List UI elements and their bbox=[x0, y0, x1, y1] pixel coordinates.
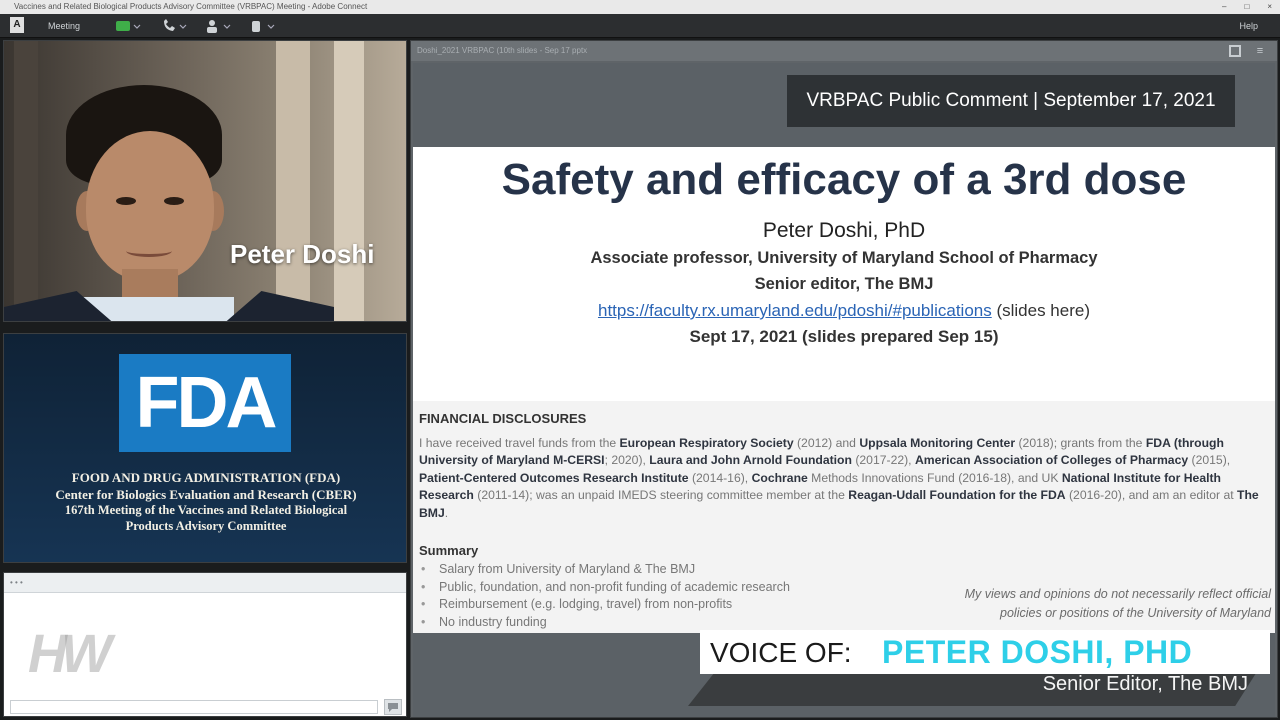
summary-heading: Summary bbox=[419, 543, 479, 558]
attendees-icon[interactable] bbox=[204, 18, 232, 34]
presenter-eye bbox=[164, 197, 184, 205]
fda-agency-line: FOOD AND DRUG ADMINISTRATION (FDA) bbox=[71, 470, 341, 485]
chat-pod-header: • • • bbox=[4, 573, 406, 593]
background-pillar bbox=[334, 41, 364, 321]
share-pod: Doshi_2021 VRBPAC (10th slides - Sep 17 … bbox=[410, 40, 1278, 718]
slides-link-suffix: (slides here) bbox=[991, 301, 1090, 320]
slide-date: Sept 17, 2021 (slides prepared Sep 15) bbox=[689, 327, 999, 346]
disclosures-text: I have received travel funds from the Eu… bbox=[419, 435, 1265, 522]
slides-link[interactable]: https://faculty.rx.umaryland.edu/pdoshi/… bbox=[598, 301, 992, 320]
disclosure-text-run: (2016-20), and am an editor at bbox=[1065, 488, 1238, 503]
financial-disclosures-box: FINANCIAL DISCLOSURES I have received tr… bbox=[413, 401, 1275, 633]
disclosure-text-run: (2012) and bbox=[793, 436, 860, 450]
slide-top-band: VRBPAC Public Comment | September 17, 20… bbox=[413, 63, 1275, 147]
summary-item: No industry funding bbox=[421, 614, 881, 632]
chat-input[interactable] bbox=[10, 700, 378, 714]
phone-icon[interactable] bbox=[160, 18, 188, 34]
share-pod-titlebar: Doshi_2021 VRBPAC (10th slides - Sep 17 … bbox=[411, 41, 1277, 61]
voice-of-label: VOICE OF: bbox=[710, 637, 852, 668]
disclosure-entity: American Association of Colleges of Phar… bbox=[914, 453, 1189, 468]
lower-third-overlay: VOICE OF: PETER DOSHI, PHD Senior Editor… bbox=[688, 630, 1280, 710]
pod-menu-icon[interactable]: ≡ bbox=[1253, 44, 1267, 58]
hw-watermark-logo: HW bbox=[28, 624, 112, 684]
lower-third-name-box: VOICE OF: PETER DOSHI, PHD bbox=[700, 630, 1270, 674]
slide-title: Safety and efficacy of a 3rd dose bbox=[501, 155, 1187, 204]
disclosure-text-run: (2014-16), bbox=[688, 470, 752, 485]
disclosure-entity: Patient-Centered Outcomes Research Insti… bbox=[419, 470, 689, 485]
fda-meeting-line: 167th Meeting of the Vaccines and Relate… bbox=[64, 503, 348, 517]
disclaimer-text: My views and opinions do not necessarily… bbox=[891, 585, 1271, 623]
summary-item: Public, foundation, and non-profit fundi… bbox=[421, 579, 881, 597]
voice-of-role: Senior Editor, The BMJ bbox=[1042, 673, 1248, 695]
disclosure-entity: Cochrane bbox=[751, 470, 808, 485]
share-pod-title: Doshi_2021 VRBPAC (10th slides - Sep 17 … bbox=[417, 46, 588, 55]
fda-center-line: Center for Biologics Evaluation and Rese… bbox=[55, 487, 357, 502]
presenter-name-caption: Peter Doshi bbox=[230, 239, 375, 269]
fda-info-pod: FDA FOOD AND DRUG ADMINISTRATION (FDA) C… bbox=[3, 333, 407, 563]
presenter-face bbox=[86, 131, 214, 281]
disclaimer-line: policies or positions of the University … bbox=[1000, 606, 1271, 620]
chat-send-button[interactable] bbox=[384, 699, 402, 715]
disclosure-entity: Uppsala Monitoring Center bbox=[859, 436, 1016, 450]
disclosure-entity: Laura and John Arnold Foundation bbox=[649, 453, 852, 468]
fda-logo: FDA bbox=[119, 354, 291, 452]
help-menu[interactable]: Help bbox=[1239, 18, 1258, 34]
disclosure-text-run: (2011-14); was an unpaid IMEDS steering … bbox=[473, 488, 849, 503]
window-titlebar: Vaccines and Related Biological Products… bbox=[0, 0, 1280, 14]
disclosures-heading: FINANCIAL DISCLOSURES bbox=[419, 411, 587, 426]
maximize-button[interactable]: □ bbox=[1244, 0, 1249, 14]
fullscreen-icon[interactable] bbox=[1229, 45, 1241, 57]
microphone-icon[interactable] bbox=[114, 18, 142, 34]
window-title: Vaccines and Related Biological Products… bbox=[14, 2, 368, 11]
disclaimer-line: My views and opinions do not necessarily… bbox=[964, 587, 1271, 601]
meeting-menu[interactable]: Meeting bbox=[48, 18, 80, 34]
disclosure-text-run: (2018); grants from the bbox=[1015, 436, 1146, 450]
presentation-slide: Safety and efficacy of a 3rd dose Peter … bbox=[413, 147, 1275, 633]
app-toolbar: A Meeting Help bbox=[0, 14, 1280, 38]
slide-author: Peter Doshi, PhD bbox=[762, 219, 926, 242]
raise-hand-icon[interactable] bbox=[248, 18, 276, 34]
voice-of-name: PETER DOSHI, PHD bbox=[882, 634, 1193, 670]
slide-affiliation-2: Senior editor, The BMJ bbox=[754, 275, 934, 293]
window-controls: – □ × bbox=[1222, 0, 1272, 14]
disclosure-text-run: I have received travel funds from the bbox=[419, 436, 620, 450]
close-button[interactable]: × bbox=[1267, 0, 1272, 14]
slide-affiliation-1: Associate professor, University of Maryl… bbox=[590, 249, 1098, 267]
summary-item: Salary from University of Maryland & The… bbox=[421, 561, 881, 579]
chat-pod: • • • HW bbox=[3, 572, 407, 717]
disclosure-text-run: ; 2020), bbox=[604, 453, 650, 468]
presenter-video-pod: Peter Doshi bbox=[3, 40, 407, 322]
disclosure-text-run: (2015), bbox=[1188, 453, 1231, 468]
fda-logo-text: FDA bbox=[135, 363, 278, 443]
slide-event-tag: VRBPAC Public Comment | September 17, 20… bbox=[787, 75, 1235, 127]
adobe-logo-icon: A bbox=[10, 17, 24, 33]
summary-list: Salary from University of Maryland & The… bbox=[421, 561, 881, 631]
disclosure-text-run: (2017-22), bbox=[851, 453, 915, 468]
slide-link-line: https://faculty.rx.umaryland.edu/pdoshi/… bbox=[413, 301, 1275, 321]
presenter-smile bbox=[126, 245, 172, 257]
disclosure-text-run: Methods Innovations Fund (2016-18), and … bbox=[807, 470, 1062, 485]
fda-committee-line: Products Advisory Committee bbox=[125, 519, 287, 533]
send-icon bbox=[388, 703, 398, 712]
presenter-eye bbox=[116, 197, 136, 205]
disclosure-entity: Reagan-Udall Foundation for the FDA bbox=[848, 488, 1066, 503]
minimize-button[interactable]: – bbox=[1222, 0, 1226, 14]
background-pillar bbox=[276, 41, 310, 321]
summary-item: Reimbursement (e.g. lodging, travel) fro… bbox=[421, 596, 881, 614]
background-pillar bbox=[14, 41, 38, 321]
disclosure-text-run: . bbox=[444, 505, 449, 520]
pod-options-icon[interactable]: • • • bbox=[10, 578, 23, 587]
disclosure-entity: European Respiratory Society bbox=[619, 436, 794, 450]
